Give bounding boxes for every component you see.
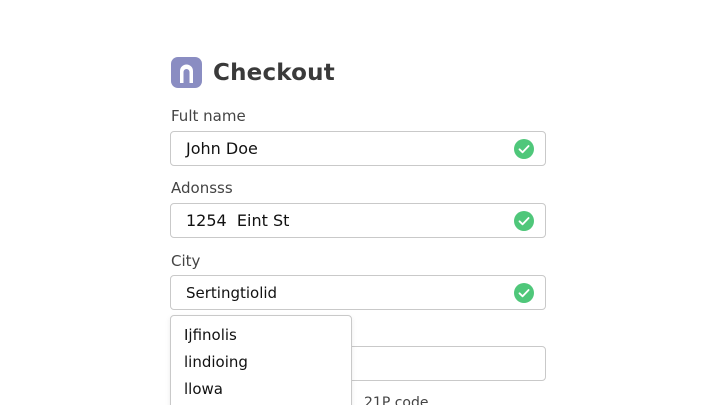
full-name-label: Fult name (171, 107, 246, 125)
check-circle-icon (514, 139, 534, 159)
checkout-page: Checkout Fult name John Doe Adonsss 1254… (0, 0, 720, 405)
zip-code-label: 21P code (364, 395, 429, 405)
city-suggestion-option[interactable]: Ijfinolis (184, 326, 237, 344)
address-field[interactable]: 1254 Eint St (170, 203, 546, 238)
city-value: Sertingtiolid (186, 284, 278, 302)
page-title: Checkout (213, 59, 335, 86)
full-name-value: John Doe (186, 139, 258, 158)
city-suggestion-option[interactable]: llowa (184, 380, 223, 398)
arch-logo-icon (171, 57, 202, 88)
check-circle-icon (514, 283, 534, 303)
city-label: City (171, 252, 201, 270)
address-label: Adonsss (171, 179, 233, 197)
check-circle-icon (514, 211, 534, 231)
city-field[interactable]: Sertingtiolid (170, 275, 546, 310)
full-name-field[interactable]: John Doe (170, 131, 546, 166)
city-suggestion-option[interactable]: lindioing (184, 353, 248, 371)
city-suggestions-dropdown: Ijfinolis lindioing llowa (170, 315, 352, 405)
address-value: 1254 Eint St (186, 211, 290, 230)
page-header: Checkout (171, 57, 335, 88)
